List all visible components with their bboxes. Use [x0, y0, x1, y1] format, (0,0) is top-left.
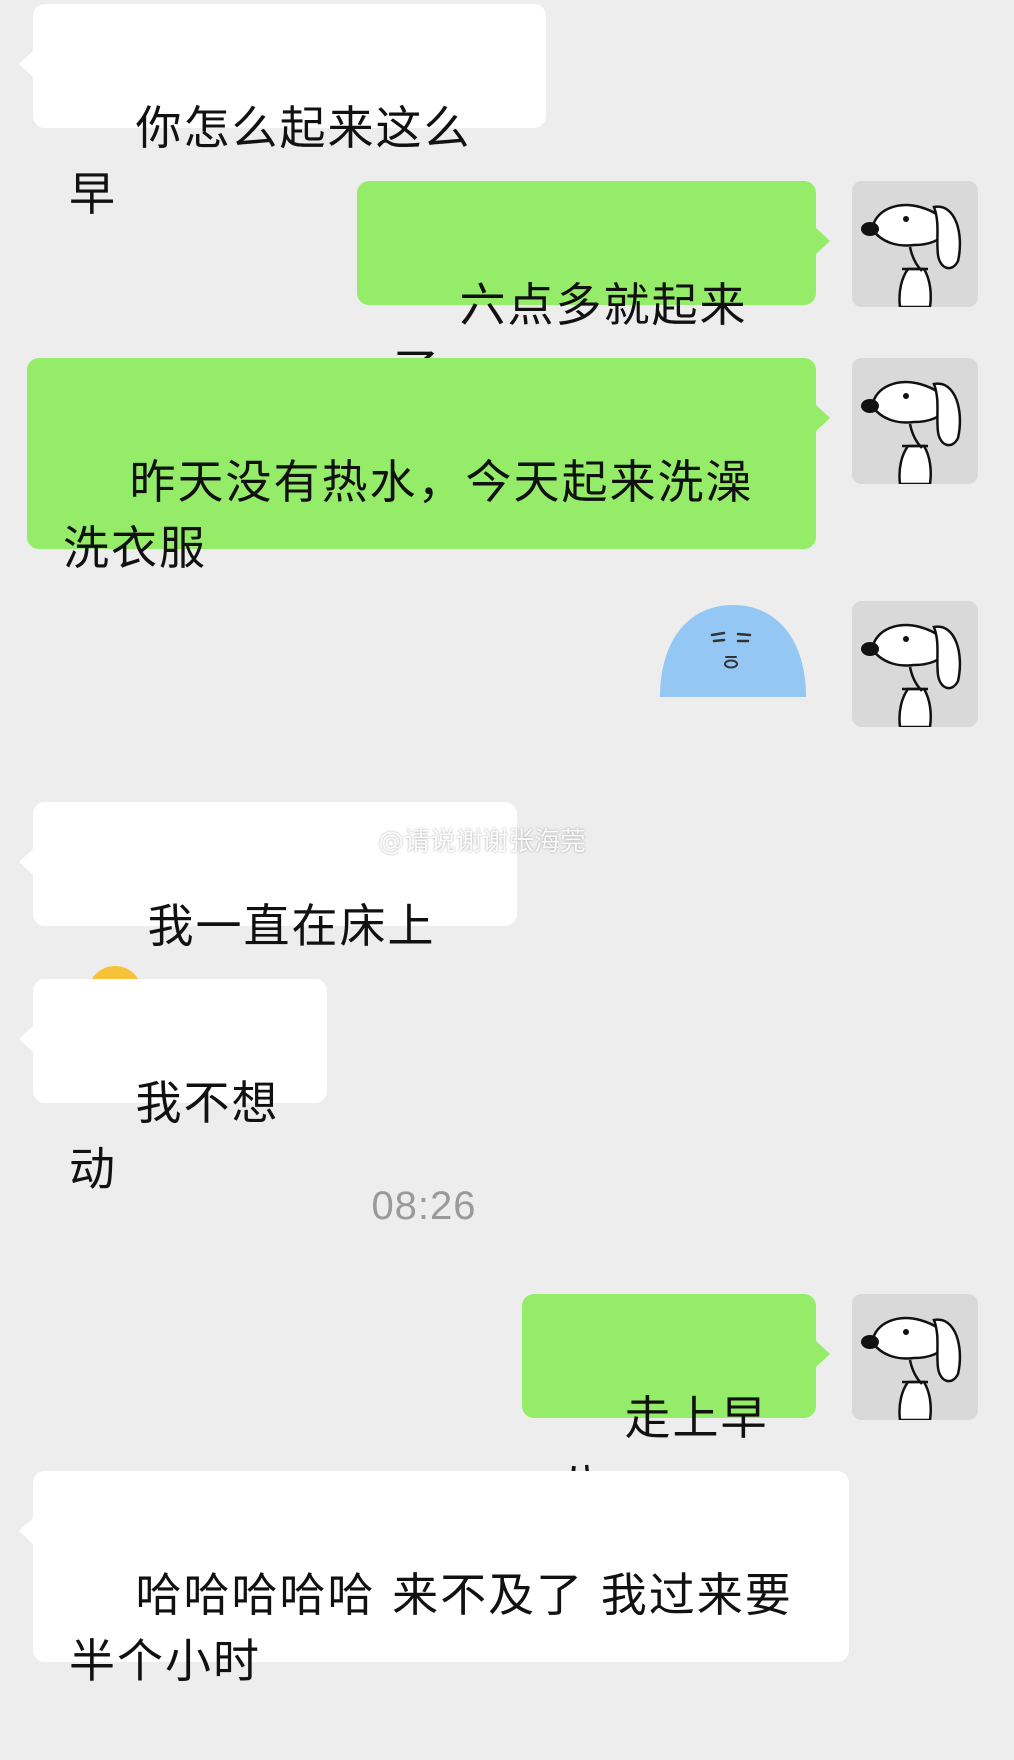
watermark: @请说谢谢张海莞	[378, 821, 586, 858]
avatar[interactable]	[852, 601, 978, 727]
message-bubble-incoming[interactable]: 我不想动	[19, 979, 327, 1196]
snoopy-avatar-icon	[852, 181, 978, 307]
watermark-text: @请说谢谢张海莞	[378, 827, 587, 857]
blue-blob-face-icon	[660, 605, 806, 697]
snoopy-avatar-icon	[852, 601, 978, 727]
blue-blob-face-sticker[interactable]	[658, 601, 808, 697]
message-bubble-incoming[interactable]: 你怎么起来这么早	[19, 4, 546, 221]
snoopy-avatar-icon	[852, 1294, 978, 1420]
message-text: 我不想动	[69, 1076, 280, 1196]
chat-area: 你怎么起来这么早 六点多就起来了 昨天没有热水，今天起来洗澡洗衣服	[0, 0, 1014, 1688]
message-text: 哈哈哈哈哈 来不及了 我过来要半个小时	[69, 1568, 793, 1688]
avatar[interactable]	[852, 181, 978, 307]
message-bubble-outgoing[interactable]: 走上早八	[522, 1294, 830, 1511]
message-text: 昨天没有热水，今天起来洗澡洗衣服	[63, 455, 754, 575]
snoopy-avatar-icon	[852, 358, 978, 484]
avatar[interactable]	[852, 1294, 978, 1420]
message-bubble-incoming[interactable]: 哈哈哈哈哈 来不及了 我过来要半个小时	[19, 1471, 849, 1688]
message-bubble-outgoing[interactable]: 昨天没有热水，今天起来洗澡洗衣服	[27, 358, 830, 575]
avatar[interactable]	[852, 358, 978, 484]
message-bubble-outgoing[interactable]: 六点多就起来了	[357, 181, 830, 398]
message-text: 我一直在床上	[147, 899, 436, 953]
message-timestamp: 08:26	[371, 1184, 477, 1228]
